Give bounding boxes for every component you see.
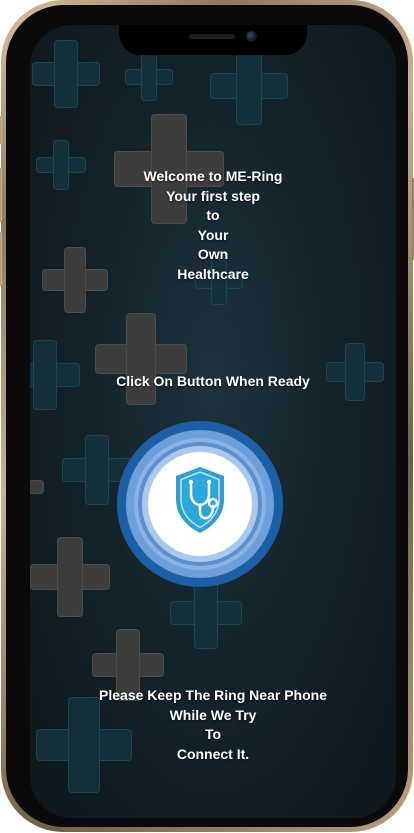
notch [119, 25, 307, 55]
silent-switch [0, 116, 2, 144]
welcome-line: Your first step [166, 187, 260, 204]
phone-frame: Welcome to ME-Ring Your first step to Yo… [0, 0, 414, 832]
shield-stethoscope-icon [176, 467, 224, 533]
welcome-line: Your [197, 226, 229, 243]
plus-decoration [32, 40, 100, 108]
connect-ring-button[interactable] [117, 421, 283, 587]
plus-decoration [170, 577, 242, 649]
welcome-line: Healthcare [177, 265, 249, 282]
welcome-heading: Welcome to ME-Ring Your first step to Yo… [30, 167, 396, 284]
plus-decoration [30, 537, 110, 617]
footer-line: Please Keep The Ring Near Phone [99, 687, 327, 703]
volume-down-button [0, 232, 2, 286]
app-screen: Welcome to ME-Ring Your first step to Yo… [30, 25, 396, 818]
speaker-grille [189, 34, 235, 39]
footer-line: To [204, 726, 222, 742]
footer-line: Connect It. [176, 745, 250, 762]
plus-decoration [30, 465, 44, 509]
plus-decoration [125, 53, 173, 101]
footer-line: While We Try [169, 706, 257, 723]
welcome-line: Welcome to ME-Ring [143, 168, 283, 184]
instruction-text: Click On Button When Ready [116, 373, 310, 389]
front-camera [246, 31, 257, 42]
welcome-line: to [206, 207, 220, 223]
welcome-line: Own [197, 246, 229, 262]
phone-bezel: Welcome to ME-Ring Your first step to Yo… [6, 5, 408, 827]
footer-message: Please Keep The Ring Near Phone While We… [30, 686, 396, 764]
volume-up-button [0, 168, 2, 222]
